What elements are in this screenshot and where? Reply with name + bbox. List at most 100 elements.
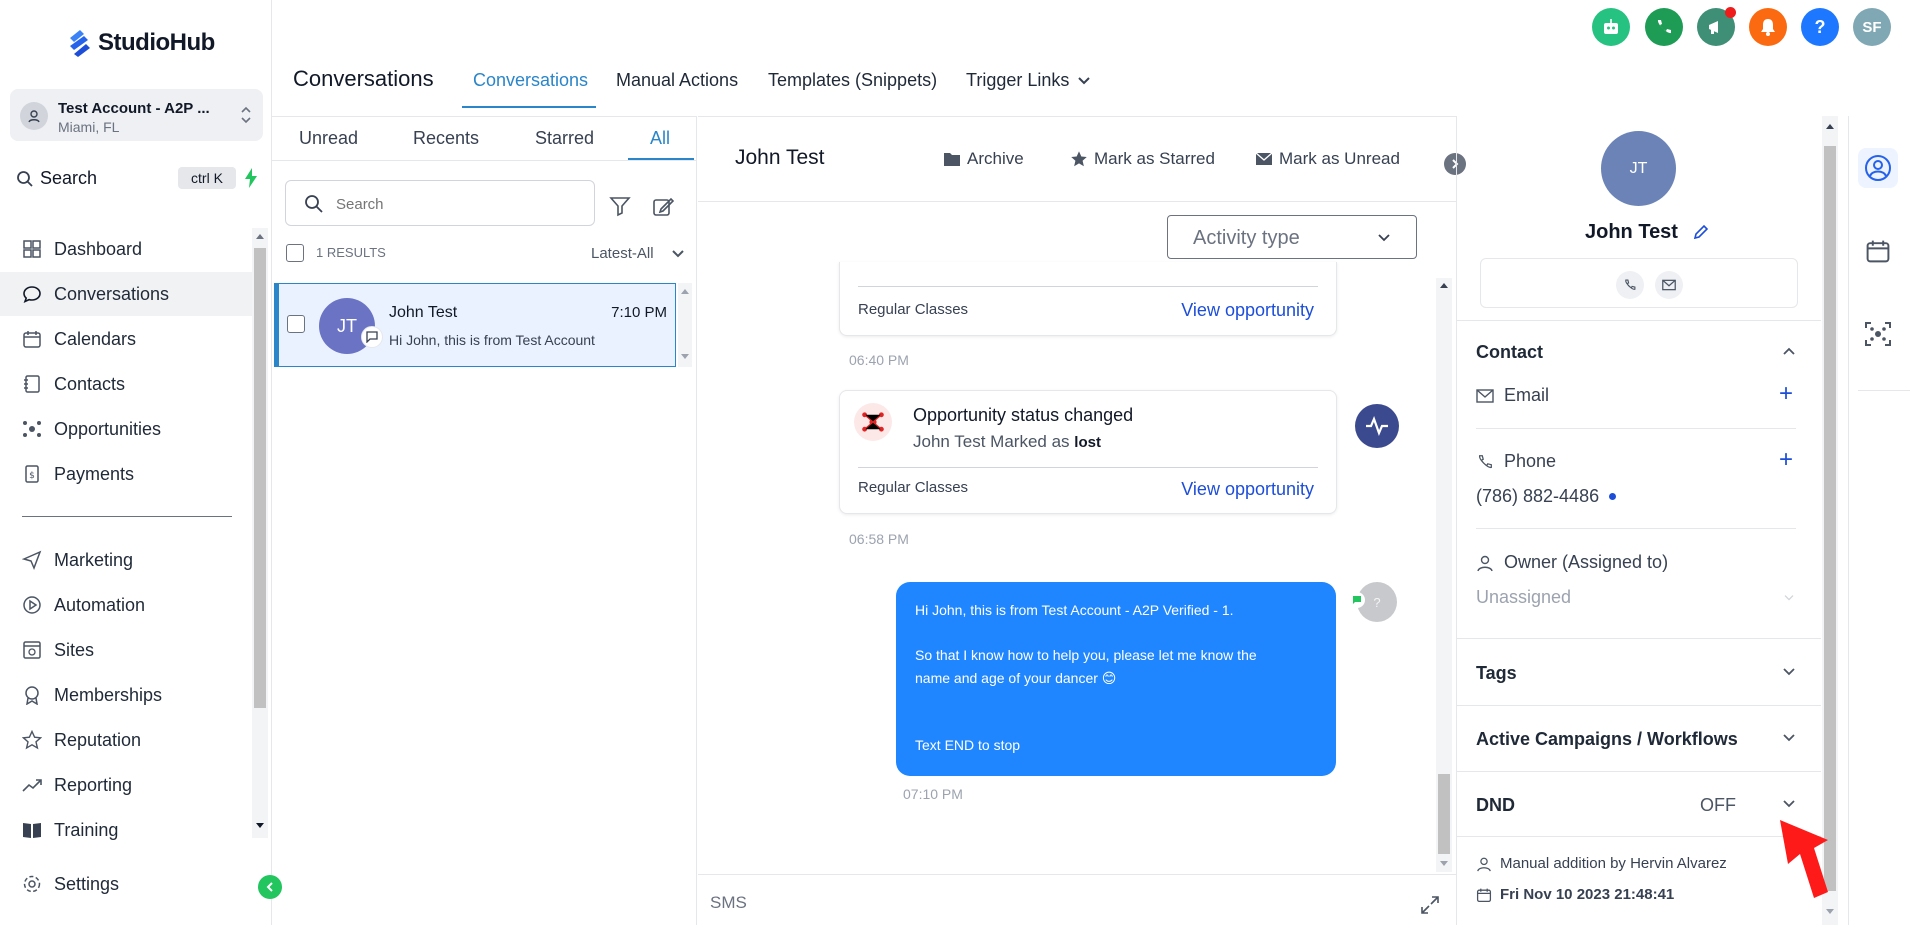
scroll-up-icon[interactable] — [1439, 281, 1449, 289]
expand-icon[interactable] — [1420, 895, 1440, 915]
dnd-section-header[interactable]: DND — [1476, 795, 1515, 816]
mark-starred-button[interactable]: Mark as Starred — [1070, 149, 1215, 169]
view-opportunity-link[interactable]: View opportunity — [1181, 479, 1314, 500]
svg-text:$: $ — [29, 471, 35, 481]
announcements-button[interactable] — [1697, 7, 1736, 46]
dashboard-icon — [23, 240, 41, 258]
help-button[interactable]: ? — [1801, 8, 1839, 46]
user-initials: SF — [1862, 18, 1882, 36]
chevron-down-icon[interactable] — [1782, 799, 1796, 809]
rail-contact-button[interactable] — [1858, 148, 1898, 188]
sidebar-item-reputation[interactable]: Reputation — [0, 718, 252, 762]
brand-name: StudioHub — [98, 29, 215, 56]
tab-manual-actions[interactable]: Manual Actions — [616, 70, 738, 91]
sidebar-item-label: Dashboard — [54, 238, 143, 259]
sidebar-item-memberships[interactable]: Memberships — [0, 673, 252, 717]
sidebar-item-calendars[interactable]: Calendars — [0, 317, 252, 361]
compose-icon[interactable] — [652, 196, 674, 218]
edit-icon[interactable] — [1693, 224, 1709, 240]
rail-calendar-button[interactable] — [1858, 231, 1898, 271]
rail-opportunities-button[interactable] — [1858, 314, 1898, 354]
list-scrollbar[interactable] — [678, 283, 692, 367]
conversation-checkbox[interactable] — [287, 315, 305, 333]
chevron-down-icon[interactable] — [1782, 667, 1796, 677]
tags-section-header[interactable]: Tags — [1476, 663, 1517, 684]
scroll-up-icon[interactable] — [255, 232, 265, 240]
sidebar-item-marketing[interactable]: Marketing — [0, 538, 252, 582]
added-by-text: Manual addition by Hervin Alvarez — [1500, 855, 1727, 872]
chat-scrollbar[interactable] — [1436, 278, 1452, 872]
added-date-text: Fri Nov 10 2023 21:48:41 — [1500, 886, 1675, 903]
divider — [1476, 428, 1796, 429]
sidebar-divider — [22, 516, 232, 517]
phone-value: (786) 882-4486 — [1476, 486, 1600, 506]
opportunity-card: Opportunity status changed John Test Mar… — [839, 390, 1337, 514]
ai-bot-button[interactable] — [1592, 8, 1630, 46]
tab-trigger-links[interactable]: Trigger Links — [966, 70, 1091, 91]
bolt-icon[interactable] — [244, 168, 258, 188]
list-tab-all[interactable]: All — [650, 128, 670, 149]
add-email-button[interactable]: + — [1779, 380, 1793, 408]
scroll-down-icon[interactable] — [255, 822, 265, 830]
sidebar-scrollbar[interactable] — [252, 228, 268, 838]
search-icon — [305, 195, 323, 213]
sidebar-item-settings[interactable]: Settings — [0, 862, 252, 906]
chevron-up-icon[interactable] — [1782, 346, 1796, 356]
sidebar-item-training[interactable]: Training — [0, 808, 252, 852]
owner-select[interactable]: Unassigned — [1476, 587, 1798, 613]
email-button[interactable] — [1655, 271, 1683, 299]
activity-type-select[interactable]: Activity type — [1167, 215, 1417, 259]
scroll-up-icon[interactable] — [680, 287, 690, 295]
list-tab-unread[interactable]: Unread — [299, 128, 358, 149]
list-tab-recents[interactable]: Recents — [413, 128, 479, 149]
scroll-down-icon[interactable] — [1825, 908, 1835, 916]
sites-icon — [23, 641, 41, 659]
sort-dropdown[interactable]: Latest-All — [591, 245, 654, 262]
sidebar-item-dashboard[interactable]: Dashboard — [0, 227, 252, 271]
contact-name: John Test — [1585, 221, 1678, 243]
campaigns-section-header[interactable]: Active Campaigns / Workflows — [1476, 729, 1738, 750]
archive-button[interactable]: Archive — [943, 149, 1024, 169]
phone-button[interactable] — [1645, 8, 1683, 46]
sidebar-item-sites[interactable]: Sites — [0, 628, 252, 672]
call-button[interactable] — [1616, 271, 1644, 299]
sidebar-item-opportunities[interactable]: Opportunities — [0, 407, 252, 451]
sidebar-item-label: Training — [54, 819, 119, 840]
contact-quick-actions — [1480, 258, 1798, 308]
divider — [1858, 390, 1910, 391]
user-avatar[interactable]: SF — [1853, 8, 1891, 46]
message-line: name and age of your dancer 😊 — [915, 670, 1117, 686]
sidebar-item-automation[interactable]: Automation — [0, 583, 252, 627]
list-item[interactable]: JT John Test 7:10 PM Hi John, this is fr… — [274, 283, 676, 367]
filter-icon[interactable] — [609, 195, 631, 217]
notifications-button[interactable] — [1749, 8, 1787, 46]
page-title: Conversations — [293, 66, 434, 91]
tab-templates[interactable]: Templates (Snippets) — [768, 70, 937, 91]
sms-icon — [1349, 592, 1365, 608]
sidebar-item-conversations[interactable]: Conversations — [0, 272, 252, 316]
chevron-down-icon[interactable] — [1782, 733, 1796, 743]
scroll-down-icon[interactable] — [1439, 860, 1449, 868]
message-composer[interactable]: SMS — [698, 874, 1456, 925]
sidebar-item-payments[interactable]: $ Payments — [0, 452, 252, 496]
scroll-down-icon[interactable] — [680, 353, 690, 361]
scroll-up-icon[interactable] — [1825, 122, 1835, 130]
contact-section-header[interactable]: Contact — [1476, 342, 1543, 363]
conversation-search[interactable] — [285, 180, 595, 226]
view-opportunity-link[interactable]: View opportunity — [1181, 300, 1314, 321]
phone-value-row[interactable]: (786) 882-4486 — [1476, 486, 1617, 507]
tab-conversations[interactable]: Conversations — [473, 70, 588, 91]
owner-label: Owner (Assigned to) — [1504, 552, 1669, 572]
list-tab-starred[interactable]: Starred — [535, 128, 594, 149]
select-all-checkbox[interactable] — [286, 244, 304, 262]
conversation-search-input[interactable] — [336, 196, 576, 213]
contact-panel-scrollbar[interactable] — [1822, 116, 1838, 925]
sidebar-item-reporting[interactable]: Reporting — [0, 763, 252, 807]
chevron-down-icon[interactable] — [671, 249, 685, 259]
sidebar-item-contacts[interactable]: Contacts — [0, 362, 252, 406]
add-phone-button[interactable]: + — [1779, 446, 1793, 474]
message-timestamp: 06:58 PM — [849, 531, 909, 547]
mark-unread-button[interactable]: Mark as Unread — [1255, 149, 1400, 169]
account-switcher[interactable]: Test Account - A2P ... Miami, FL — [10, 89, 263, 141]
sidebar-search[interactable]: Search ctrl K — [12, 164, 262, 194]
